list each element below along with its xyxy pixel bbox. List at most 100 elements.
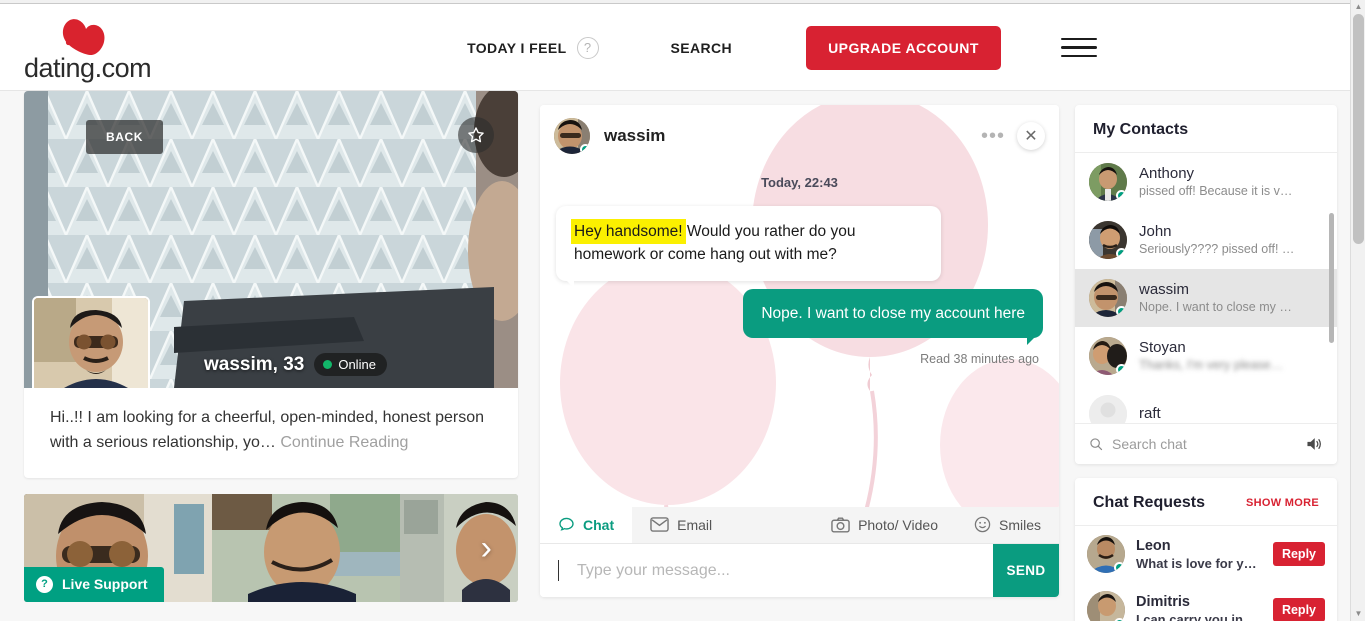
window-scrollbar[interactable]: ▲ ▼ <box>1350 0 1365 621</box>
envelope-icon <box>650 517 669 532</box>
reply-button[interactable]: Reply <box>1272 542 1325 566</box>
favorite-star-button[interactable] <box>458 117 494 153</box>
search-chat-input[interactable] <box>1112 436 1296 452</box>
avatar[interactable] <box>554 118 590 154</box>
incoming-message-bubble: Hey handsome! Would you rather do you ho… <box>556 206 941 287</box>
list-item[interactable]: Leon What is love for you? Reply <box>1075 526 1337 582</box>
main-content: BACK wassim, 33 Online Hi..!! I am looki… <box>0 91 1350 621</box>
chat-header-actions: ••• ✕ <box>981 122 1045 150</box>
profile-hero-photo[interactable]: BACK wassim, 33 Online <box>24 91 518 388</box>
list-item-text: raft <box>1139 405 1323 423</box>
message-row: Hey handsome! Would you rather do you ho… <box>556 206 1043 287</box>
chevron-right-icon[interactable]: › <box>481 531 492 565</box>
scrollbar-down-arrow[interactable]: ▼ <box>1351 607 1365 621</box>
profile-column: BACK wassim, 33 Online Hi..!! I am looki… <box>24 91 518 602</box>
tab-smiles[interactable]: Smiles <box>956 506 1059 543</box>
send-button[interactable]: SEND <box>993 544 1059 597</box>
avatar-image <box>1087 591 1125 621</box>
right-sidebar: My Contacts Anthony pissed off! Because … <box>1075 105 1337 621</box>
tab-chat-label: Chat <box>583 516 615 533</box>
gallery-photo[interactable] <box>400 493 518 602</box>
avatar <box>1089 395 1127 423</box>
online-dot-icon <box>1114 562 1125 573</box>
avatar <box>1089 163 1127 201</box>
profile-bio: Hi..!! I am looking for a cheerful, open… <box>24 388 518 478</box>
speaker-icon[interactable] <box>1305 436 1323 452</box>
contact-preview: Nope. I want to close my … <box>1139 300 1292 315</box>
live-support-button[interactable]: ? Live Support <box>24 566 164 602</box>
message-input[interactable] <box>559 544 993 597</box>
read-receipt: Read 38 minutes ago <box>920 351 1039 366</box>
continue-reading-link[interactable]: Continue Reading <box>280 434 408 451</box>
live-support-label: Live Support <box>62 576 148 593</box>
list-item[interactable]: wassim Nope. I want to close my … <box>1075 269 1337 327</box>
back-button[interactable]: BACK <box>86 120 164 154</box>
date-separator: Today, 22:43 <box>761 175 838 190</box>
list-item[interactable]: raft <box>1075 385 1337 423</box>
gallery-photo[interactable] <box>212 493 400 602</box>
scrollbar-thumb[interactable] <box>1353 14 1364 244</box>
chat-requests-title: Chat Requests <box>1093 494 1206 511</box>
search-icon <box>1090 438 1103 451</box>
list-item[interactable]: Dimitris I can carry you in my Reply <box>1075 582 1337 621</box>
chat-panel: wassim ••• ✕ Today, 22:43 Hey handsome! … <box>540 105 1059 597</box>
online-status-badge: Online <box>314 353 387 376</box>
avatar <box>1089 221 1127 259</box>
star-icon <box>468 127 484 143</box>
chat-contact-name: wassim <box>604 126 666 145</box>
today-i-feel-label: TODAY I FEEL <box>467 39 567 56</box>
online-dot-icon <box>1116 190 1127 201</box>
tab-email[interactable]: Email <box>632 506 730 543</box>
tab-photo-video[interactable]: Photo/ Video <box>813 506 956 543</box>
site-logo[interactable]: dating.com <box>24 12 154 84</box>
chat-header: wassim ••• ✕ <box>540 105 1059 167</box>
contact-preview: pissed off! Because it is v… <box>1139 184 1293 199</box>
composer-tabs: Chat Email Photo/ Video Smiles <box>540 506 1059 544</box>
profile-inset-photo <box>32 296 150 388</box>
avatar-placeholder-icon <box>1089 395 1127 423</box>
chat-messages: Today, 22:43 Hey handsome! Would you rat… <box>540 167 1059 534</box>
photo-gallery-strip: › ? Live Support <box>24 493 518 602</box>
browser-top-edge <box>0 0 1365 4</box>
contact-preview: Thanks, I'm very please… <box>1139 358 1284 373</box>
hamburger-menu-icon[interactable] <box>1060 32 1097 64</box>
gallery-photo-image <box>212 493 400 602</box>
header-nav: TODAY I FEEL ? SEARCH UPGRADE ACCOUNT <box>254 25 1350 70</box>
avatar <box>1087 535 1125 573</box>
inset-photo-image <box>34 298 148 388</box>
contacts-scrollbar[interactable] <box>1329 213 1334 343</box>
tab-chat[interactable]: Chat <box>540 506 633 543</box>
reply-button[interactable]: Reply <box>1272 598 1325 621</box>
contact-name: Anthony <box>1139 164 1195 182</box>
contact-name: John <box>1139 222 1172 240</box>
scrollbar-up-arrow[interactable]: ▲ <box>1351 0 1365 14</box>
question-circle-icon[interactable]: ? <box>576 36 599 59</box>
list-item-text: Stoyan Thanks, I'm very please… <box>1139 339 1323 374</box>
contacts-list[interactable]: Anthony pissed off! Because it is v… Joh… <box>1075 153 1337 423</box>
my-contacts-panel: My Contacts Anthony pissed off! Because … <box>1075 105 1337 464</box>
ellipsis-icon[interactable]: ••• <box>981 126 1005 146</box>
my-contacts-title: My Contacts <box>1075 105 1337 153</box>
search-nav-item[interactable]: SEARCH <box>671 40 733 56</box>
today-i-feel-item[interactable]: TODAY I FEEL ? <box>467 36 599 59</box>
list-item-text: wassim Nope. I want to close my … <box>1139 281 1323 316</box>
close-icon[interactable]: ✕ <box>1017 122 1045 150</box>
list-item-text: Anthony pissed off! Because it is v… <box>1139 165 1323 200</box>
online-status-label: Online <box>338 357 376 372</box>
list-item[interactable]: Stoyan Thanks, I'm very please… <box>1075 327 1337 385</box>
message-row: Nope. I want to close my account here <box>556 288 1043 346</box>
chat-composer: Chat Email Photo/ Video Smiles Type your… <box>540 506 1059 597</box>
request-name: Leon <box>1136 538 1171 555</box>
upgrade-account-button[interactable]: UPGRADE ACCOUNT <box>806 25 1001 70</box>
request-preview: I can carry you in my <box>1136 611 1262 621</box>
list-item[interactable]: Anthony pissed off! Because it is v… <box>1075 153 1337 211</box>
outgoing-message-bubble: Nope. I want to close my account here <box>743 288 1043 346</box>
list-item[interactable]: John Seriously???? pissed off! … <box>1075 211 1337 269</box>
online-dot-icon <box>1116 248 1127 259</box>
show-more-link[interactable]: SHOW MORE <box>1246 497 1319 509</box>
list-item-text: Dimitris I can carry you in my <box>1136 593 1262 621</box>
avatar <box>1089 279 1127 317</box>
avatar <box>1087 591 1125 621</box>
contact-name: wassim <box>1139 280 1190 298</box>
message-input-row: SEND <box>540 544 1059 597</box>
